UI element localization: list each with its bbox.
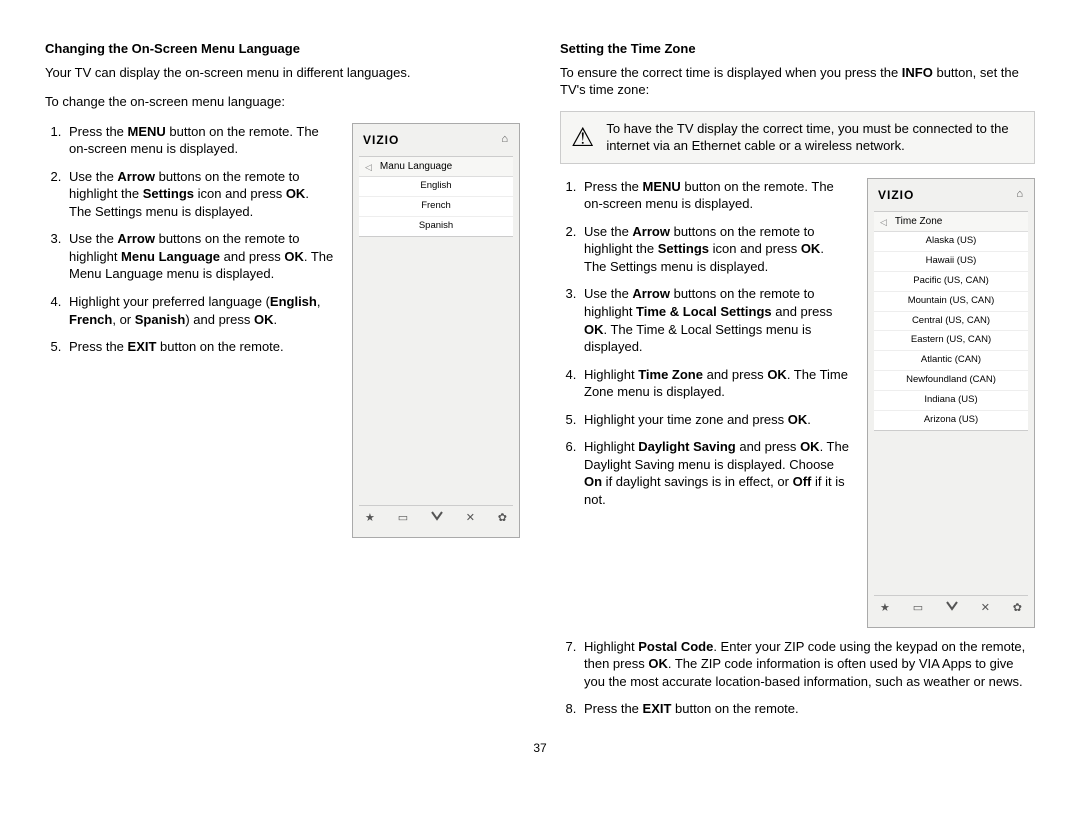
brand-logo: VIZIO xyxy=(363,132,399,148)
right-intro: To ensure the correct time is displayed … xyxy=(560,64,1035,99)
menu-title-row: ◁ Manu Language xyxy=(359,157,513,178)
wide-icon: ▭ xyxy=(398,511,408,526)
star-icon: ★ xyxy=(365,511,375,526)
left-column: Changing the On-Screen Menu Language You… xyxy=(45,40,520,728)
left-screen-mock: VIZIO ⌂ ◁ Manu Language English French S… xyxy=(352,123,520,538)
menu-item: Newfoundland (CAN) xyxy=(874,371,1028,391)
right-step-2: Use the Arrow buttons on the remote to h… xyxy=(580,223,849,276)
x-icon: ✕ xyxy=(981,601,990,616)
right-steps-continued: Highlight Postal Code. Enter your ZIP co… xyxy=(560,638,1035,718)
right-screen-mock: VIZIO ⌂ ◁ Time Zone Alaska (US) Hawaii (… xyxy=(867,178,1035,628)
left-step-1: Press the MENU button on the remote. The… xyxy=(65,123,334,158)
right-step-5: Highlight your time zone and press OK. xyxy=(580,411,849,429)
home-icon: ⌂ xyxy=(501,132,509,147)
menu-item: Eastern (US, CAN) xyxy=(874,331,1028,351)
gear-icon: ✿ xyxy=(1013,601,1022,616)
right-steps: Press the MENU button on the remote. The… xyxy=(560,178,849,509)
wide-icon: ▭ xyxy=(913,601,923,616)
v-icon xyxy=(946,601,958,616)
left-intro: Your TV can display the on-screen menu i… xyxy=(45,64,520,82)
menu-item: Mountain (US, CAN) xyxy=(874,292,1028,312)
right-step-8: Press the EXIT button on the remote. xyxy=(580,700,1035,718)
right-column: Setting the Time Zone To ensure the corr… xyxy=(560,40,1035,728)
menu-item: Indiana (US) xyxy=(874,391,1028,411)
screen-footer: ★ ▭ ✕ ✿ xyxy=(359,505,513,531)
x-icon: ✕ xyxy=(466,511,475,526)
menu-item: French xyxy=(359,197,513,217)
menu-item: English xyxy=(359,177,513,197)
left-intro2: To change the on-screen menu language: xyxy=(45,93,520,111)
menu-item: Spanish xyxy=(359,217,513,236)
menu-item: Central (US, CAN) xyxy=(874,312,1028,332)
right-step-6: Highlight Daylight Saving and press OK. … xyxy=(580,438,849,508)
warning-box: ⚠ To have the TV display the correct tim… xyxy=(560,111,1035,164)
right-step-1: Press the MENU button on the remote. The… xyxy=(580,178,849,213)
warning-icon: ⚠ xyxy=(571,124,594,150)
left-step-4: Highlight your preferred language (Engli… xyxy=(65,293,334,328)
right-step-4: Highlight Time Zone and press OK. The Ti… xyxy=(580,366,849,401)
left-steps: Press the MENU button on the remote. The… xyxy=(45,123,334,356)
home-icon: ⌂ xyxy=(1016,187,1024,202)
back-icon: ◁ xyxy=(880,216,887,228)
v-icon xyxy=(431,511,443,526)
menu-item: Atlantic (CAN) xyxy=(874,351,1028,371)
brand-logo: VIZIO xyxy=(878,187,914,203)
right-step-3: Use the Arrow buttons on the remote to h… xyxy=(580,285,849,355)
menu-title-row: ◁ Time Zone xyxy=(874,212,1028,233)
menu-item: Arizona (US) xyxy=(874,411,1028,430)
menu-item: Hawaii (US) xyxy=(874,252,1028,272)
back-icon: ◁ xyxy=(365,161,372,173)
gear-icon: ✿ xyxy=(498,511,507,526)
right-heading: Setting the Time Zone xyxy=(560,40,1035,58)
page-number: 37 xyxy=(45,740,1035,756)
left-step-2: Use the Arrow buttons on the remote to h… xyxy=(65,168,334,221)
menu-item: Pacific (US, CAN) xyxy=(874,272,1028,292)
menu-item: Alaska (US) xyxy=(874,232,1028,252)
right-step-7: Highlight Postal Code. Enter your ZIP co… xyxy=(580,638,1035,691)
warning-text: To have the TV display the correct time,… xyxy=(606,120,1024,155)
left-step-5: Press the EXIT button on the remote. xyxy=(65,338,334,356)
screen-footer: ★ ▭ ✕ ✿ xyxy=(874,595,1028,621)
left-heading: Changing the On-Screen Menu Language xyxy=(45,40,520,58)
star-icon: ★ xyxy=(880,601,890,616)
left-step-3: Use the Arrow buttons on the remote to h… xyxy=(65,230,334,283)
